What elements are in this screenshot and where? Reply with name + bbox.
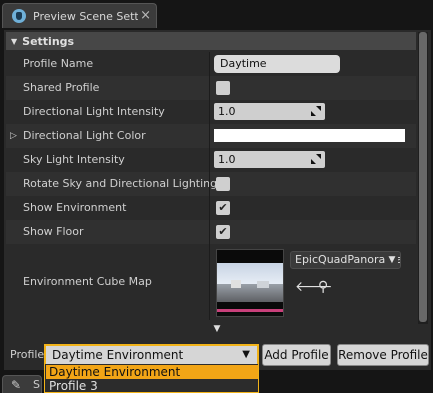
asset-type-strip xyxy=(217,309,283,312)
use-selected-arrow-icon[interactable]: 🡐 xyxy=(295,280,333,294)
cube-map-asset-combo[interactable]: EpicQuadPanorama ▼ xyxy=(290,251,401,269)
column-divider[interactable] xyxy=(209,220,210,244)
section-title: Settings xyxy=(22,34,75,48)
column-divider[interactable] xyxy=(209,172,210,196)
remove-profile-button[interactable]: Remove Profile xyxy=(337,344,429,366)
sky-light-intensity-label: Sky Light Intensity xyxy=(23,153,125,166)
row-sky-light-intensity: Sky Light Intensity 1.0 xyxy=(6,148,416,172)
column-divider[interactable] xyxy=(209,148,210,172)
tab-bar: Preview Scene Setti × xyxy=(0,0,433,30)
show-environment-checkbox[interactable]: ✔ xyxy=(216,201,230,215)
row-profile-name: Profile Name Daytime Environment xyxy=(6,52,416,88)
dropdown-option-profile-3[interactable]: Profile 3 xyxy=(46,379,258,393)
settings-panel: ▼ Settings Profile Name Daytime Environm… xyxy=(4,30,431,370)
thumbnail-ground xyxy=(217,280,283,302)
more-properties-arrow-icon[interactable]: ▼ xyxy=(6,324,428,334)
rotate-sky-label: Rotate Sky and Directional Lighting xyxy=(23,177,218,190)
chevron-down-icon: ▼ xyxy=(386,252,398,268)
column-divider[interactable] xyxy=(209,124,210,148)
row-directional-light-color: ▷ Directional Light Color xyxy=(6,124,416,148)
thumbnail-sky xyxy=(217,263,283,285)
profile-label: Profile xyxy=(10,348,45,361)
column-divider[interactable] xyxy=(209,76,210,100)
pencil-icon: ✎ xyxy=(11,378,22,392)
secondary-tab-label: S xyxy=(33,378,40,391)
tab-secondary[interactable]: ✎ S xyxy=(2,375,42,393)
drag-grip-icon[interactable] xyxy=(311,154,321,164)
browse-search-icon[interactable]: ⚲ xyxy=(318,280,332,294)
column-divider[interactable] xyxy=(209,196,210,220)
close-icon[interactable]: × xyxy=(140,8,151,23)
scrollbar-thumb[interactable] xyxy=(419,32,427,322)
tab-preview-scene-settings[interactable]: Preview Scene Setti × xyxy=(2,3,157,28)
profile-name-label: Profile Name xyxy=(23,57,94,70)
expand-arrow-icon[interactable]: ▷ xyxy=(10,124,17,148)
row-show-environment: Show Environment ✔ xyxy=(6,196,416,220)
cube-map-thumbnail[interactable] xyxy=(216,249,284,317)
profile-dropdown-list: Daytime Environment Profile 3 xyxy=(44,364,259,393)
directional-light-color-swatch[interactable] xyxy=(214,129,405,142)
show-floor-label: Show Floor xyxy=(23,225,84,238)
show-floor-checkbox[interactable]: ✔ xyxy=(216,225,230,239)
settings-section-header[interactable]: ▼ Settings xyxy=(6,32,416,50)
selected-profile: Daytime Environment xyxy=(52,348,184,362)
chevron-down-icon: ▼ xyxy=(242,349,250,360)
column-divider[interactable] xyxy=(209,244,210,320)
row-shared-profile: Shared Profile xyxy=(6,76,416,100)
row-directional-light-intensity: Directional Light Intensity 1.0 xyxy=(6,100,416,124)
show-environment-label: Show Environment xyxy=(23,201,127,214)
column-divider[interactable] xyxy=(209,100,210,124)
directional-light-color-label: Directional Light Color xyxy=(23,129,146,142)
add-profile-button[interactable]: Add Profile xyxy=(262,344,331,366)
shared-profile-checkbox[interactable] xyxy=(216,81,230,95)
directional-light-intensity-value: 1.0 xyxy=(218,105,236,118)
profile-name-field[interactable]: Daytime Environment xyxy=(214,55,340,88)
preview-scene-icon xyxy=(12,9,26,23)
dropdown-option-daytime-environment[interactable]: Daytime Environment xyxy=(46,365,258,379)
column-divider[interactable] xyxy=(209,52,210,76)
environment-cube-map-label: Environment Cube Map xyxy=(23,275,152,288)
tab-title: Preview Scene Setti xyxy=(33,9,138,23)
rotate-sky-checkbox[interactable] xyxy=(216,177,230,191)
sky-light-intensity-input[interactable]: 1.0 xyxy=(214,151,325,168)
row-show-floor: Show Floor ✔ xyxy=(6,220,416,244)
directional-light-intensity-input[interactable]: 1.0 xyxy=(214,103,325,120)
row-rotate-sky: Rotate Sky and Directional Lighting xyxy=(6,172,416,196)
directional-light-intensity-label: Directional Light Intensity xyxy=(23,105,165,118)
scrollbar[interactable] xyxy=(418,32,428,324)
drag-grip-icon[interactable] xyxy=(311,106,321,116)
row-environment-cube-map: Environment Cube Map EpicQuadPanorama ▼ … xyxy=(6,244,416,320)
shared-profile-label: Shared Profile xyxy=(23,81,100,94)
sky-light-intensity-value: 1.0 xyxy=(218,153,236,166)
collapse-arrow-icon[interactable]: ▼ xyxy=(11,37,17,46)
profile-combo-box[interactable]: Daytime Environment ▼ xyxy=(44,344,259,366)
